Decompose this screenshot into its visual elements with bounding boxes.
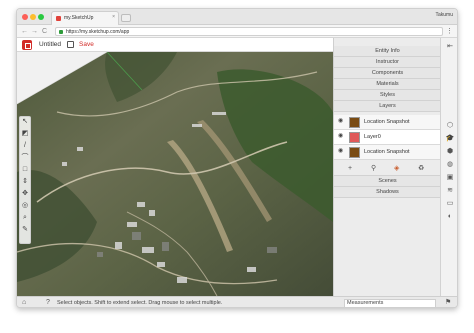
panel-shadows[interactable]: Shadows xyxy=(334,187,441,198)
help-icon[interactable]: ? xyxy=(46,299,54,307)
panel-empty-area xyxy=(334,200,441,296)
collapse-panel-icon[interactable]: ⇤ xyxy=(445,42,455,52)
sketchup-logo-icon[interactable] xyxy=(22,40,32,50)
panel-styles[interactable]: Styles xyxy=(334,90,441,101)
save-button[interactable]: Save xyxy=(79,41,94,48)
model-viewport[interactable] xyxy=(17,52,333,296)
zoom-icon[interactable]: ⌕ xyxy=(21,214,29,222)
layer-name: Location Snapshot xyxy=(364,119,410,125)
rectangle-icon[interactable]: □ xyxy=(21,166,29,174)
document-title[interactable]: Untitled xyxy=(39,41,61,48)
materials-icon[interactable]: ◍ xyxy=(445,160,455,170)
tray-panel: Entity Info Instructor Components Materi… xyxy=(333,38,441,296)
save-icon[interactable] xyxy=(67,41,74,48)
push-pull-icon[interactable]: ⇕ xyxy=(21,178,29,186)
tab-close-icon[interactable]: × xyxy=(112,14,115,20)
geo-location-icon[interactable]: ⌂ xyxy=(22,299,30,307)
terrain-snapshot xyxy=(17,52,333,296)
color-icon[interactable]: ◈ xyxy=(394,165,399,173)
eye-icon[interactable]: ◉ xyxy=(338,133,345,139)
layer-row[interactable]: ◉ Layer0 xyxy=(334,130,441,145)
components-icon[interactable]: ⬢ xyxy=(445,147,455,157)
tab-title: my.SketchUp xyxy=(64,15,94,21)
shadows-icon[interactable]: ◐ xyxy=(445,212,455,222)
layers-icon[interactable]: ≋ xyxy=(445,186,455,196)
tray-icon-strip: ⇤ ⬡ 🎓 ⬢ ◍ ▣ ≋ ▭ ◐ xyxy=(440,38,457,296)
layer-tools: + ⚲ ◈ ♻ xyxy=(334,162,441,176)
scenes-icon[interactable]: ▭ xyxy=(445,199,455,209)
close-window-button[interactable] xyxy=(22,14,28,20)
status-text: Select objects. Shift to extend select. … xyxy=(57,300,223,306)
line-icon[interactable]: / xyxy=(21,142,29,150)
new-tab-button[interactable] xyxy=(121,14,131,22)
add-layer-icon[interactable]: + xyxy=(348,165,352,173)
feedback-icon[interactable]: ⚑ xyxy=(445,299,453,307)
browser-menu-icon[interactable]: ⋮ xyxy=(446,27,453,36)
recycle-icon[interactable]: ♻ xyxy=(418,165,424,173)
panel-scenes[interactable]: Scenes xyxy=(334,176,441,187)
profile-name[interactable]: Takumu xyxy=(435,12,453,18)
panel-entity-info[interactable]: Entity Info xyxy=(334,46,441,57)
sketchup-favicon-icon xyxy=(56,16,61,21)
address-bar: ← → C https://my.sketchup.com/app ⋮ xyxy=(17,25,457,38)
maximize-window-button[interactable] xyxy=(38,14,44,20)
instructor-icon[interactable]: 🎓 xyxy=(445,134,455,144)
layer-color-swatch[interactable] xyxy=(349,132,360,143)
layer-row[interactable]: ◉ Location Snapshot xyxy=(334,115,441,130)
panel-components[interactable]: Components xyxy=(334,68,441,79)
eye-icon[interactable]: ◉ xyxy=(338,118,345,124)
forward-icon[interactable]: → xyxy=(31,27,38,36)
paint-icon[interactable]: ⚲ xyxy=(371,165,376,173)
layer-name: Location Snapshot xyxy=(364,149,410,155)
app-header: Untitled Save xyxy=(17,38,333,52)
url-text: https://my.sketchup.com/app xyxy=(66,29,130,35)
orbit-icon[interactable]: ◎ xyxy=(21,202,29,210)
back-icon[interactable]: ← xyxy=(21,27,28,36)
browser-window: my.SketchUp × Takumu ← → C https://my.sk… xyxy=(16,8,458,308)
layer-color-swatch[interactable] xyxy=(349,117,360,128)
url-input[interactable]: https://my.sketchup.com/app xyxy=(55,27,443,36)
browser-tab[interactable]: my.SketchUp × xyxy=(51,11,119,25)
select-icon[interactable]: ↖ xyxy=(21,118,29,126)
measurements-box[interactable]: Measurements xyxy=(344,299,436,307)
entity-info-icon[interactable]: ⬡ xyxy=(445,121,455,131)
styles-icon[interactable]: ▣ xyxy=(445,173,455,183)
minimize-window-button[interactable] xyxy=(30,14,36,20)
layer-name: Layer0 xyxy=(364,134,381,140)
eraser-icon[interactable]: ◩ xyxy=(21,130,29,138)
panel-layers[interactable]: Layers xyxy=(334,101,441,112)
eye-icon[interactable]: ◉ xyxy=(338,148,345,154)
measurements-label: Measurements xyxy=(347,300,384,306)
layer-color-swatch[interactable] xyxy=(349,147,360,158)
lock-icon xyxy=(59,30,63,34)
panel-instructor[interactable]: Instructor xyxy=(334,57,441,68)
arc-icon[interactable]: ⌒ xyxy=(21,154,29,162)
status-bar: ⌂ ? Select objects. Shift to extend sele… xyxy=(17,296,457,307)
layer-row[interactable]: ◉ Location Snapshot xyxy=(334,145,441,160)
panel-materials[interactable]: Materials xyxy=(334,79,441,90)
move-icon[interactable]: ✥ xyxy=(21,190,29,198)
reload-icon[interactable]: C xyxy=(42,27,47,36)
browser-tab-bar: my.SketchUp × Takumu xyxy=(17,9,457,25)
tape-icon[interactable]: ✎ xyxy=(21,226,29,234)
tool-palette-buttons: ↖ ◩ / ⌒ □ ⇕ ✥ ◎ ⌕ ✎ xyxy=(19,116,31,244)
